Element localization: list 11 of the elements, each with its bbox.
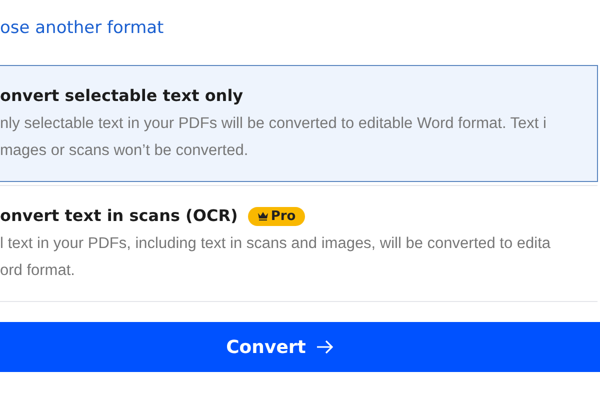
option-description: nly selectable text in your PDFs will be converted to editable Word format. Text i mages or scans won’t be converted.: [0, 114, 548, 161]
format-link[interactable]: ose another format: [0, 17, 164, 39]
convert-button[interactable]: Convert: [0, 322, 600, 372]
arrow-right-icon: [316, 340, 334, 354]
pro-badge: Pro: [248, 206, 305, 226]
option-card[interactable]: onvert selectable text only nly selectable text in your PDFs will be converted to editable Word format. Text i mages or scans won’t be converted.: [0, 65, 598, 182]
option-title: onvert selectable text only: [0, 85, 244, 107]
crown-icon: [256, 211, 269, 221]
option-title: onvert text in scans (OCR): [0, 205, 238, 227]
option-card[interactable]: onvert text in scans (OCR) Pro l text in your PDFs, including text in scans and images, will be converted to edita ord format.: [0, 185, 598, 302]
option-description: l text in your PDFs, including text in scans and images, will be converted to edita ord format.: [0, 234, 552, 281]
